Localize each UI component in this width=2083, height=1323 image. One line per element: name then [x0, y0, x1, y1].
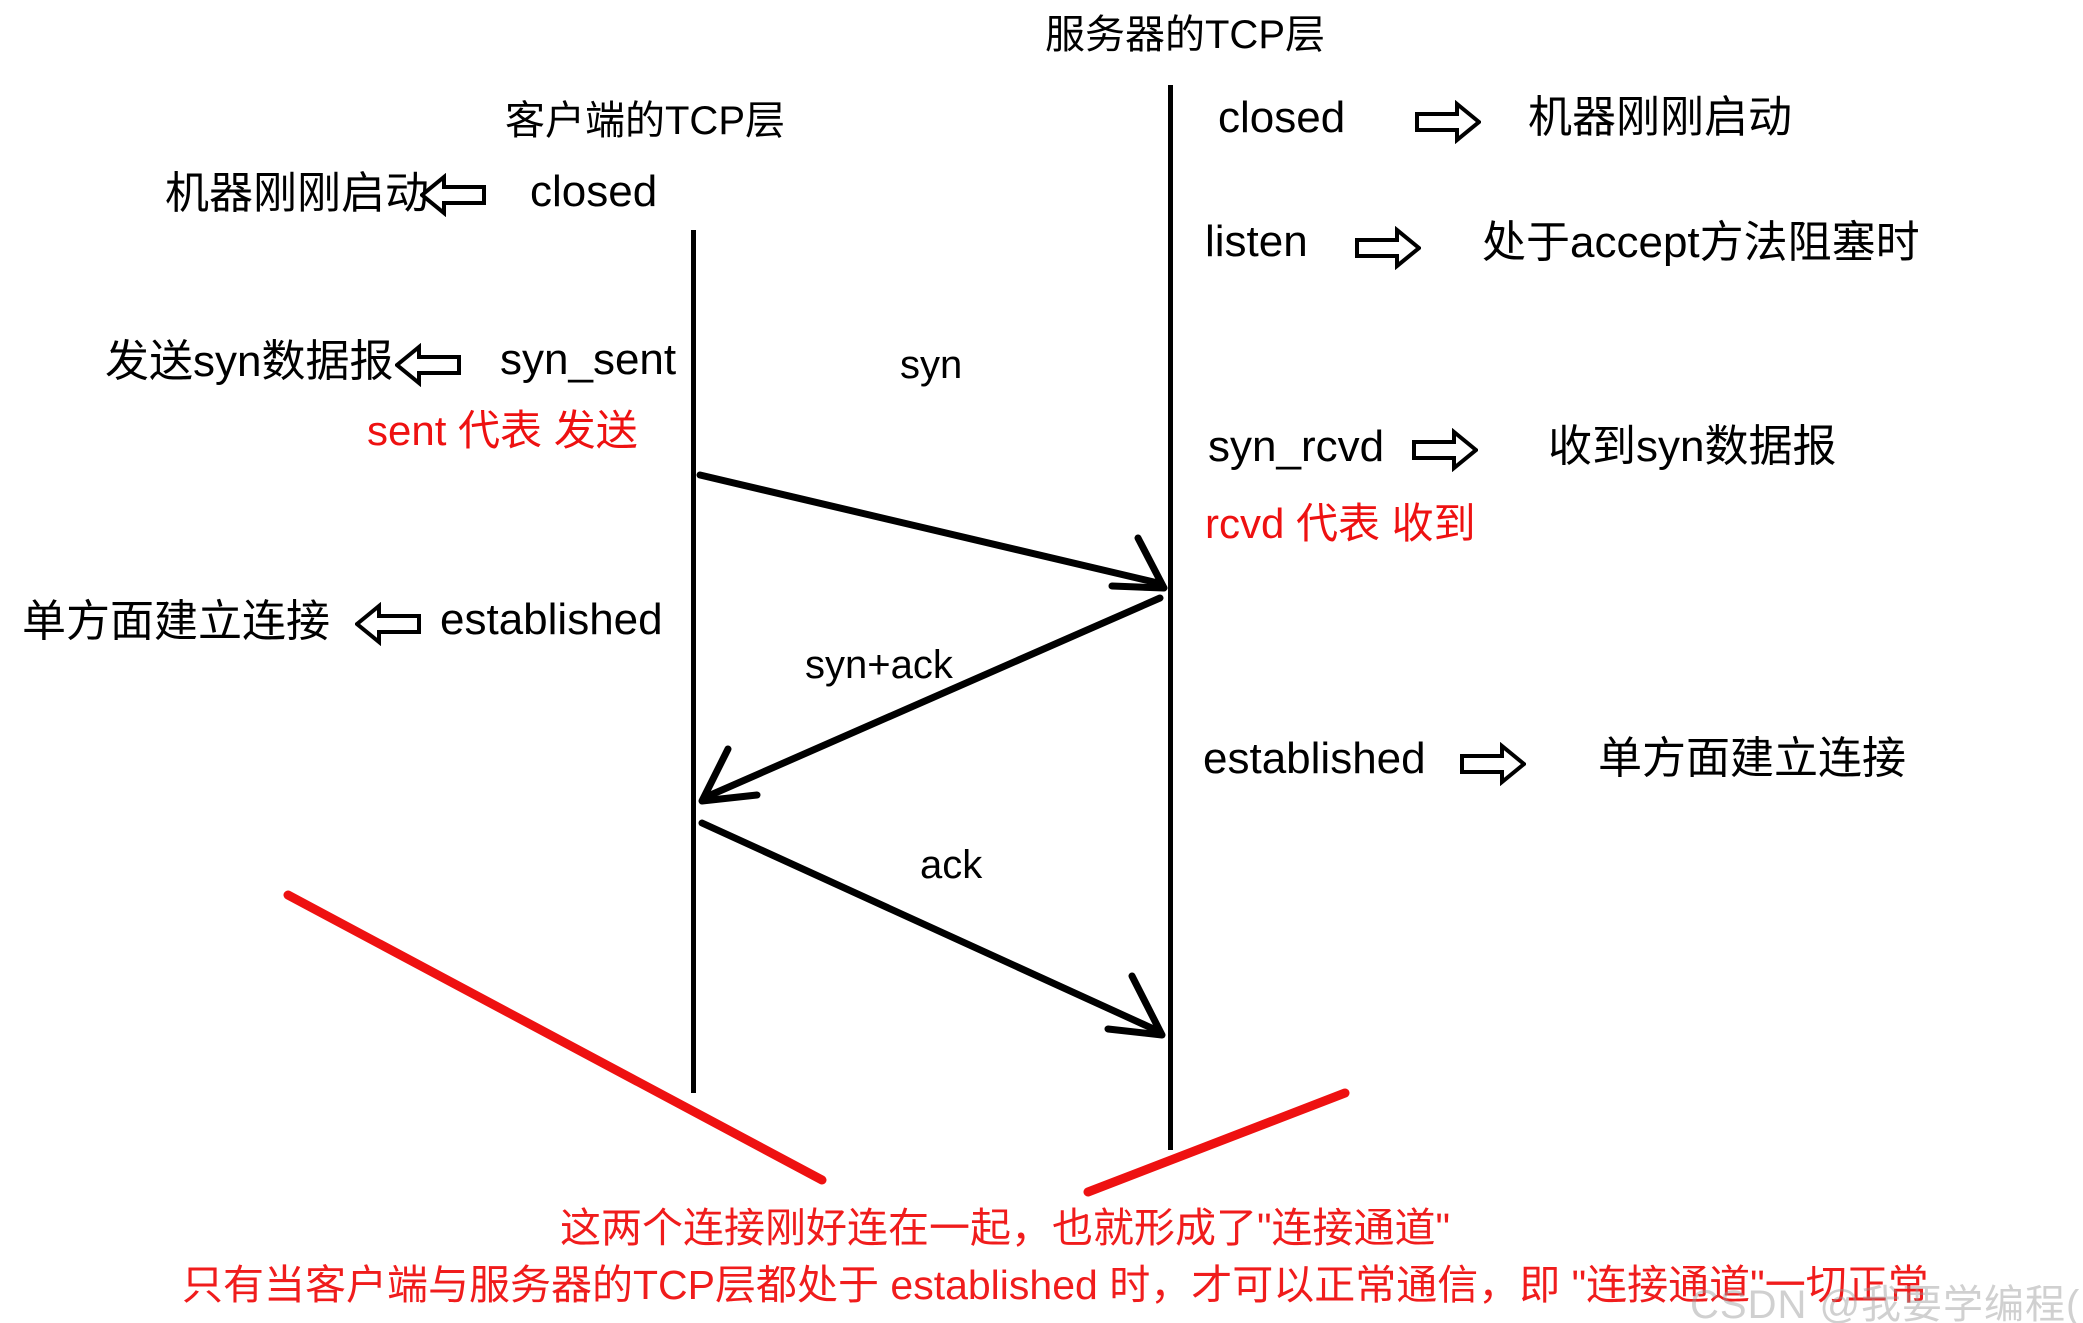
arrow-left-icon-client-syn-sent [393, 342, 461, 392]
message-arrow-syn-ack [698, 594, 1164, 805]
server-lifeline [1168, 85, 1173, 1150]
arrow-left-icon-client-closed [418, 172, 486, 222]
server-desc-listen: 处于accept方法阻塞时 [1482, 218, 1920, 267]
message-label-syn-ack: syn+ack [805, 643, 953, 687]
server-desc-established: 单方面建立连接 [1598, 734, 1906, 783]
arrow-right-icon-server-syn-rcvd [1412, 427, 1480, 477]
message-label-syn: syn [900, 343, 963, 387]
server-state-listen: listen [1205, 217, 1308, 266]
server-desc-syn-rcvd: 收到syn数据报 [1548, 422, 1837, 471]
message-label-ack: ack [920, 843, 983, 887]
red-connector-left [283, 890, 827, 1185]
client-desc-syn-sent: 发送syn数据报 [105, 337, 394, 386]
arrow-right-icon-server-listen [1355, 225, 1423, 275]
server-state-closed: closed [1218, 93, 1346, 142]
server-state-syn-rcvd: syn_rcvd [1208, 422, 1385, 471]
server-lane-title: 服务器的TCP层 [1045, 13, 1325, 57]
arrow-left-icon-client-established [353, 601, 421, 651]
client-state-closed: closed [530, 167, 658, 216]
red-connector-right [1083, 1088, 1350, 1197]
client-state-established: established [440, 595, 663, 644]
csdn-watermark: CSDN @我要学编程(_) [1690, 1283, 2083, 1323]
server-state-established: established [1203, 734, 1426, 783]
client-note-sent: sent 代表 发送 [367, 407, 638, 454]
arrow-right-icon-server-closed [1415, 99, 1483, 149]
arrow-right-icon-server-established [1460, 741, 1528, 791]
bottom-note-line-2: 只有当客户端与服务器的TCP层都处于 established 时，才可以正常通信… [182, 1262, 1929, 1308]
tcp-handshake-diagram: 客户端的TCP层 服务器的TCP层 机器刚刚启动 closed 发送syn数据报… [0, 0, 2083, 1323]
server-desc-closed: 机器刚刚启动 [1528, 93, 1792, 142]
message-arrow-syn [696, 471, 1168, 592]
client-desc-closed: 机器刚刚启动 [165, 169, 429, 218]
client-state-syn-sent: syn_sent [500, 335, 677, 384]
client-lane-title: 客户端的TCP层 [505, 99, 785, 143]
server-note-rcvd: rcvd 代表 收到 [1205, 500, 1476, 547]
bottom-note-line-1: 这两个连接刚好连在一起，也就形成了"连接通道" [560, 1205, 1451, 1251]
client-lifeline [691, 230, 696, 1093]
client-desc-established: 单方面建立连接 [22, 597, 330, 646]
